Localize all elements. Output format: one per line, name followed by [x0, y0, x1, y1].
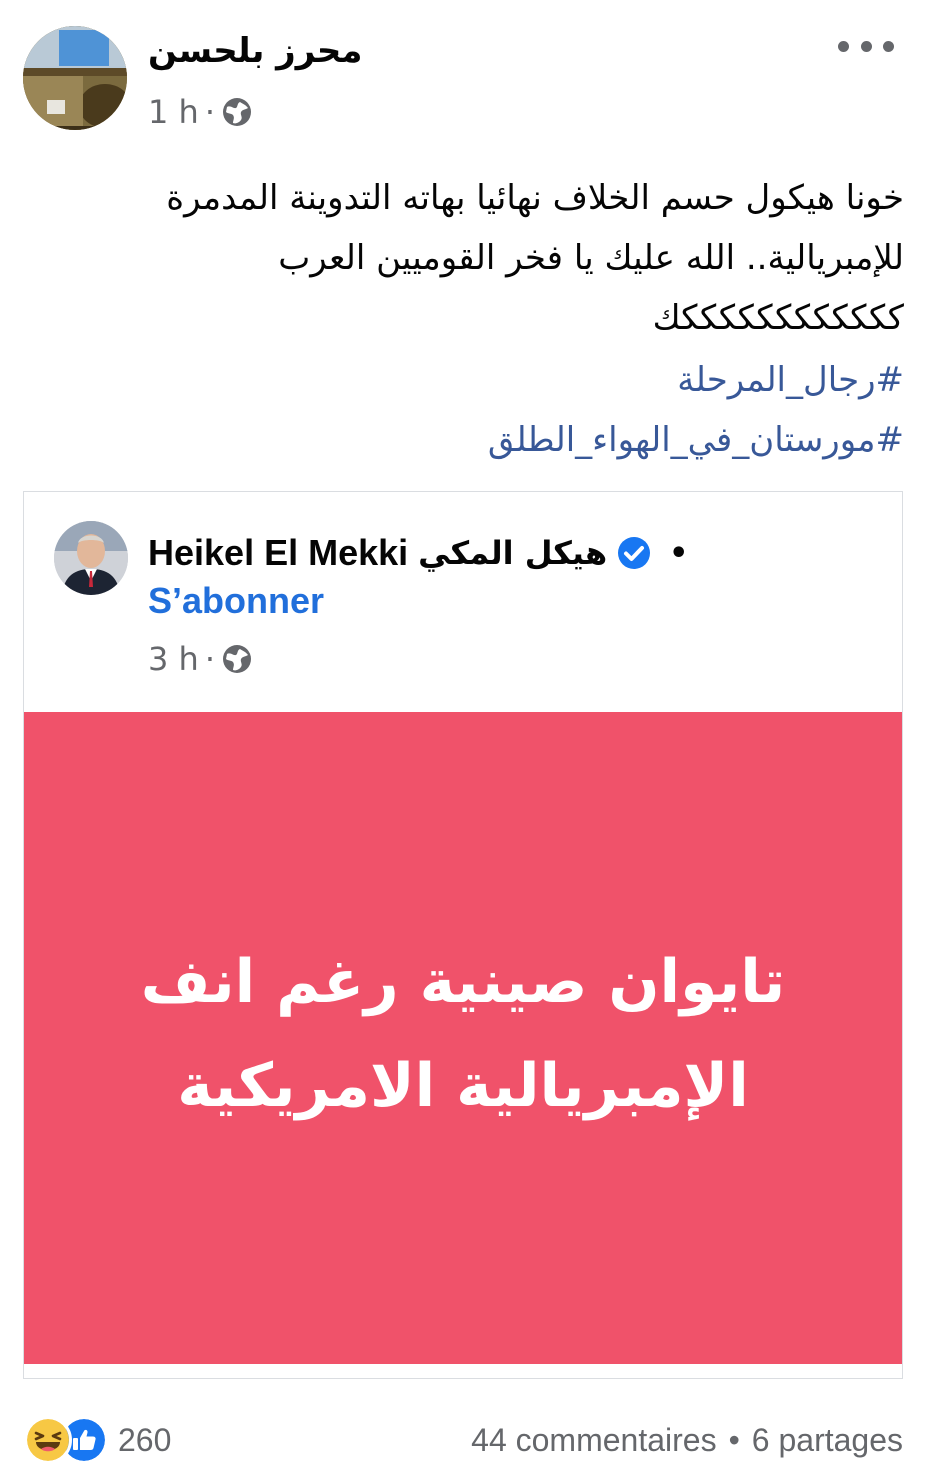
image-text-line: تايوان صينية رغم انف — [140, 947, 786, 1017]
shared-author-row: Heikel El Mekki هيكل المكي • — [148, 527, 688, 579]
shared-author-name-arabic[interactable]: هيكل المكي — [418, 534, 607, 572]
globe-icon — [222, 645, 251, 673]
more-options-icon[interactable] — [838, 30, 894, 62]
reaction-count: 260 — [118, 1421, 172, 1458]
more-dot — [838, 40, 849, 52]
post-text-line: ككككككككككككك — [652, 298, 904, 338]
more-dot — [860, 40, 872, 52]
globe-icon — [222, 98, 251, 126]
verified-badge-icon — [618, 537, 651, 569]
name-separator: • — [669, 535, 689, 571]
post-text-line: خونا هيكول حسم الخلاف نهائيا بهاته التدو… — [166, 178, 904, 218]
post-author-name[interactable]: محرز بلحسن — [148, 28, 448, 74]
shared-post-meta: 3 h · — [148, 638, 253, 680]
author-avatar-image — [23, 26, 127, 130]
post-time[interactable]: 1 h — [148, 93, 199, 131]
hashtag-link[interactable]: #رجال_المرحلة — [30, 350, 904, 410]
shared-author-avatar-image — [54, 521, 128, 595]
hashtag-link[interactable]: #مورستان_في_الهواء_الطلق — [30, 410, 904, 470]
comments-count-link[interactable]: 44 commentaires — [471, 1422, 716, 1459]
shared-image-text: تايوان صينية رغم انف الإمبريالية الامريك… — [24, 930, 902, 1138]
shared-author-name[interactable]: Heikel El Mekki — [148, 532, 408, 574]
post-text: خونا هيكول حسم الخلاف نهائيا بهاته التدو… — [30, 168, 904, 348]
meta-separator: · — [204, 640, 215, 678]
reactions-summary[interactable]: 260 — [24, 1416, 172, 1464]
follow-button[interactable]: S’abonner — [148, 580, 324, 622]
post-meta: 1 h · — [148, 92, 253, 132]
engagement-counts: 44 commentaires • 6 partages — [471, 1418, 903, 1462]
shared-post-time[interactable]: 3 h — [148, 640, 199, 678]
shares-count-link[interactable]: 6 partages — [752, 1422, 903, 1459]
more-dot — [883, 40, 894, 52]
haha-reaction-icon — [24, 1416, 72, 1464]
meta-separator: · — [204, 93, 215, 131]
footer-separator: • — [728, 1421, 740, 1458]
shared-author-avatar[interactable] — [54, 521, 128, 595]
image-text-line: الإمبريالية الامريكية — [177, 1051, 749, 1121]
author-avatar[interactable] — [23, 26, 127, 130]
post-hashtags: #رجال_المرحلة #مورستان_في_الهواء_الطلق — [30, 350, 904, 470]
post-text-line: للإمبريالية.. الله عليك يا فخر القوميين … — [278, 238, 904, 278]
